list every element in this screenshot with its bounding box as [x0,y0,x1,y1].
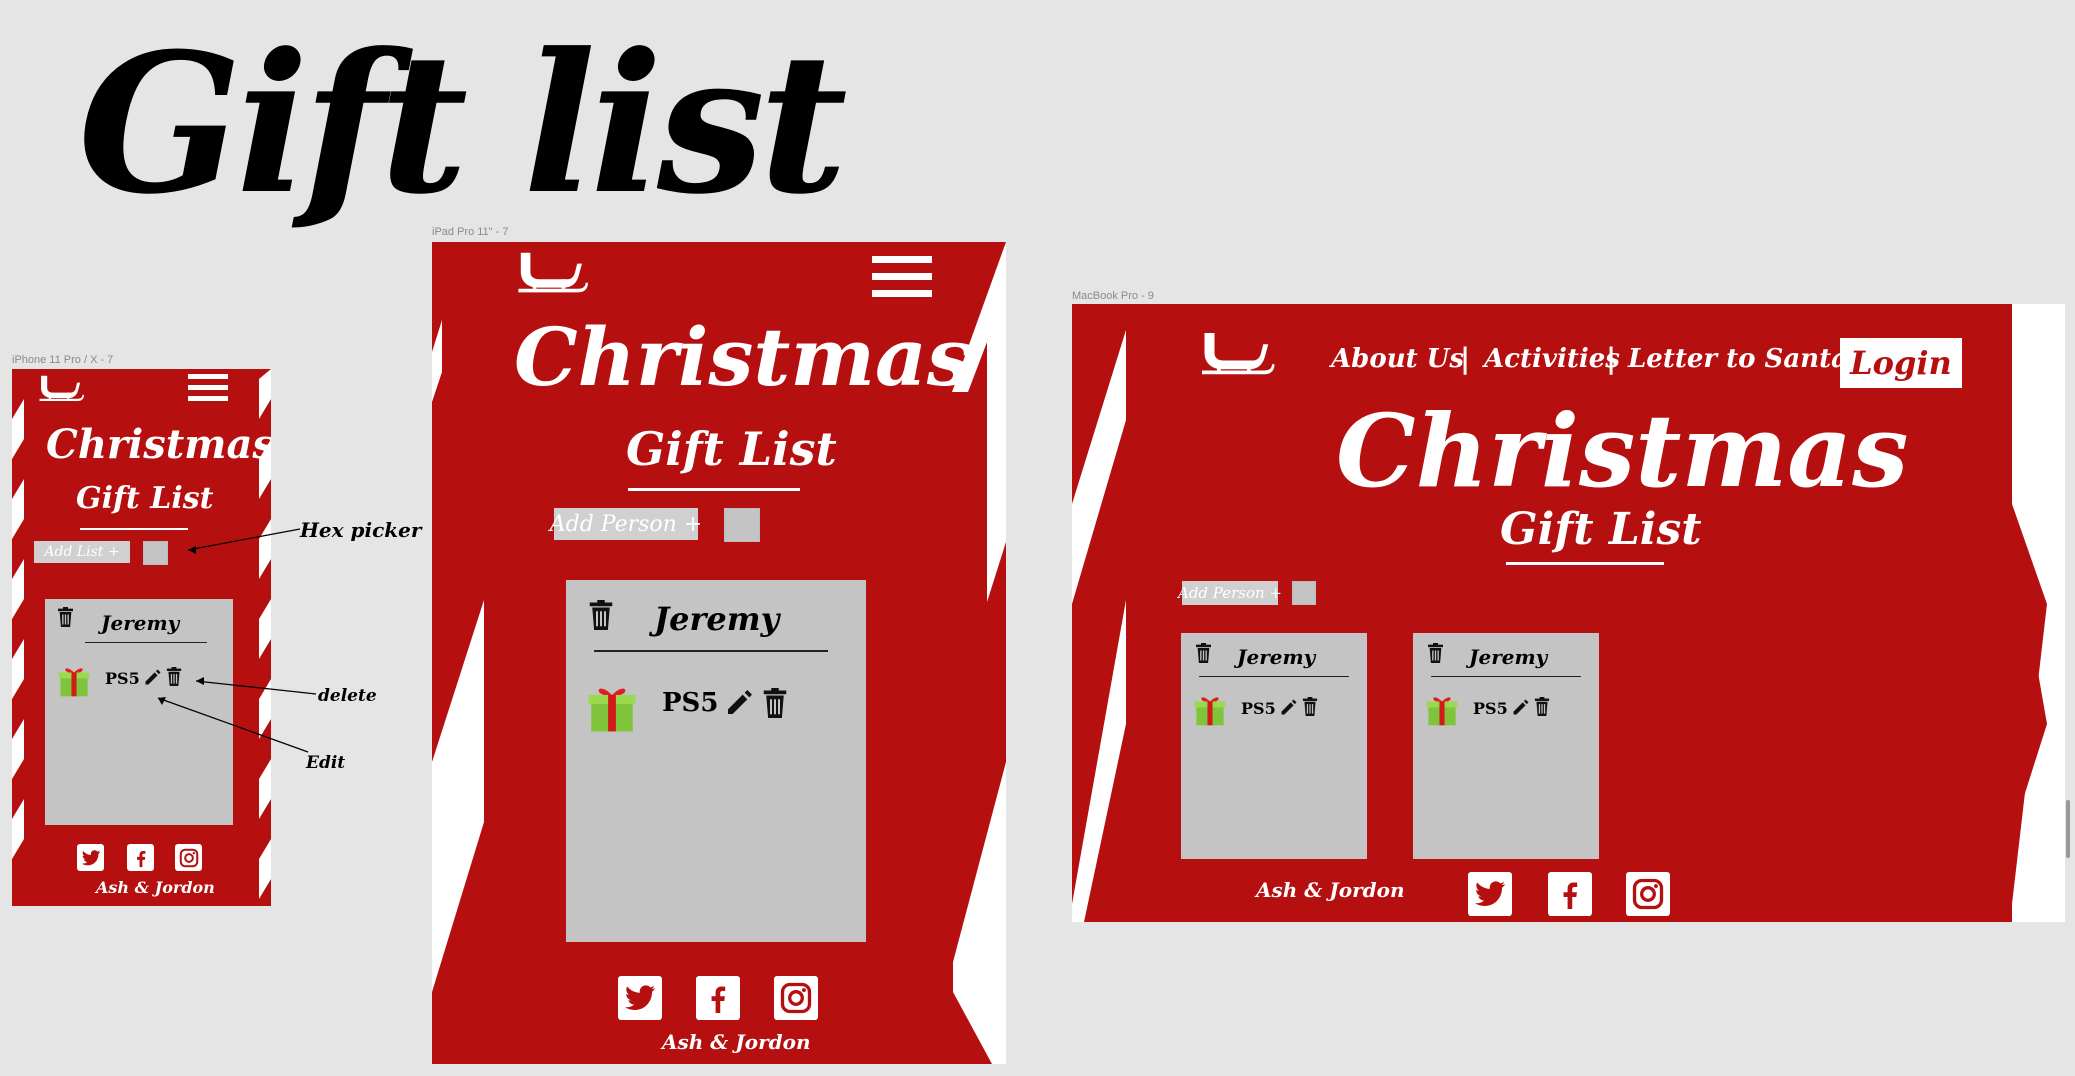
person-name: Jeremy [654,600,780,638]
gift-list-subheading: Gift List [1500,504,1702,555]
trash-icon[interactable] [1302,697,1318,716]
add-person-button[interactable]: Add Person + [550,508,702,540]
desktop-frame: About Us | Activities | Letter to Santa … [1072,304,2065,922]
edit-annotation: Edit [306,753,346,773]
sleigh-icon[interactable] [516,246,588,298]
hex-color-picker[interactable] [1292,581,1316,605]
instagram-icon[interactable] [1626,872,1670,916]
gift-icon [586,682,638,734]
gift-card: Jeremy PS5 [566,580,866,942]
facebook-icon[interactable] [1548,872,1592,916]
twitter-icon[interactable] [618,976,662,1020]
gift-item-name: PS5 [662,688,719,718]
trash-icon[interactable] [588,600,614,630]
canvas-scrollbar[interactable] [2066,800,2070,858]
trash-icon[interactable] [1427,643,1444,663]
gift-icon [1193,693,1227,727]
gift-card: Jeremy PS5 [1181,633,1367,859]
christmas-heading: Christmas [514,310,972,404]
card-divider [1431,676,1581,677]
card-divider [1199,676,1349,677]
christmas-heading: Christmas [1336,392,1909,510]
pencil-icon[interactable] [1511,697,1531,717]
gift-item-name: PS5 [1241,699,1276,718]
nav-separator: | [1606,342,1617,375]
tablet-frame-label: iPad Pro 11" - 7 [432,226,509,238]
instagram-icon[interactable] [774,976,818,1020]
person-name: Jeremy [1237,645,1316,669]
pencil-icon[interactable] [1279,697,1299,717]
nav-separator: | [1460,342,1471,375]
subheading-underline [1506,562,1664,565]
login-button[interactable]: Login [1840,338,1962,388]
gift-icon [1425,693,1459,727]
person-name: Jeremy [1469,645,1548,669]
add-person-button[interactable]: Add Person + [1178,581,1282,605]
trash-icon[interactable] [762,688,788,718]
card-divider [594,650,828,652]
nav-letter-to-santa[interactable]: Letter to Santa [1628,344,1848,374]
hex-picker-annotation: Hex picker [300,518,422,542]
trash-icon[interactable] [1195,643,1212,663]
twitter-icon[interactable] [1468,872,1512,916]
trash-icon[interactable] [1534,697,1550,716]
nav-activities[interactable]: Activities [1484,344,1620,374]
nav-about-us[interactable]: About Us [1331,344,1464,374]
desktop-frame-label: MacBook Pro - 9 [1072,290,1154,302]
hex-color-picker[interactable] [724,508,760,542]
footer-credits: Ash & Jordon [1256,878,1405,902]
facebook-icon[interactable] [696,976,740,1020]
pencil-icon[interactable] [724,686,756,718]
gift-list-subheading: Gift List [626,422,837,476]
gift-item-name: PS5 [1473,699,1508,718]
footer-credits: Ash & Jordon [662,1030,811,1054]
gift-card: Jeremy PS5 [1413,633,1599,859]
subheading-underline [628,488,800,491]
hamburger-menu-icon[interactable] [872,256,932,302]
delete-annotation: delete [318,686,377,706]
sleigh-icon[interactable] [1198,328,1276,378]
tablet-frame: Christmas Gift List Add Person + Jeremy … [432,242,1006,1064]
